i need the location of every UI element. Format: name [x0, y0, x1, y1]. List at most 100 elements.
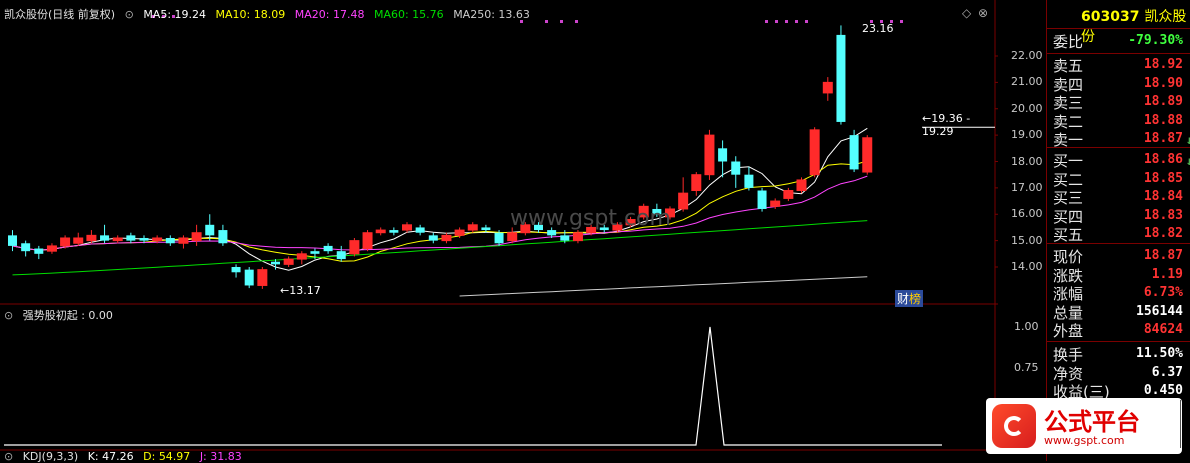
ask-row-value: 18.87 ↓ — [1144, 131, 1190, 147]
kdj-k: K: 47.26 — [87, 450, 134, 463]
quote-sep-2 — [1047, 53, 1190, 54]
weibi-row: 委比 -79.30% — [1051, 31, 1187, 53]
candle[interactable] — [796, 177, 807, 194]
candle-body — [244, 269, 254, 286]
candle-body — [704, 134, 715, 176]
candle-body — [165, 237, 175, 244]
quote-sep-1 — [1047, 28, 1190, 29]
ma5-label: MA5: 19.24 — [143, 8, 207, 21]
range-value: 19.36 - 19.29 — [922, 112, 971, 138]
ma250-label: MA250: 13.63 — [453, 8, 530, 21]
candle[interactable] — [862, 135, 873, 175]
candle-body — [283, 258, 294, 265]
diamond-icon[interactable]: ◇ — [962, 6, 971, 20]
kline-chart[interactable]: 凯众股份(日线 前复权) ⊙ MA5: 19.24 MA10: 18.09 MA… — [0, 0, 1043, 307]
stat-row: 外盘 84624 — [1051, 320, 1187, 342]
indicator-line — [4, 326, 942, 446]
high-annotation: 23.16 — [862, 22, 894, 35]
quote-sep-5 — [1047, 341, 1190, 342]
candle-body — [572, 232, 583, 242]
price-tick: 16.00 — [1011, 207, 1043, 221]
kdj-settings-icon[interactable]: ⊙ — [4, 450, 13, 463]
candle-body — [836, 34, 846, 122]
ma10-label: MA10: 18.09 — [215, 8, 286, 21]
indicator-name[interactable]: 强势股初起 — [23, 309, 78, 322]
signal-marker — [560, 20, 563, 23]
stat-row-value: 1.19 — [1151, 266, 1183, 282]
caibao-char-2: 榜 — [909, 292, 922, 306]
candle-body — [849, 135, 859, 170]
candle[interactable] — [349, 237, 360, 257]
chart-header: 凯众股份(日线 前复权) ⊙ MA5: 19.24 MA10: 18.09 MA… — [4, 6, 536, 22]
ask-row-value: 18.90 — [1143, 75, 1183, 91]
price-tick: 17.00 — [1011, 180, 1043, 194]
price-tick: 21.00 — [1011, 75, 1043, 89]
candle-body — [731, 161, 741, 175]
indicator-svg[interactable] — [0, 305, 998, 451]
candle-body — [86, 234, 97, 242]
price-tick: 15.00 — [1011, 233, 1043, 247]
candle-body — [257, 269, 268, 286]
settings-icon[interactable]: ⊙ — [125, 8, 134, 21]
candle-body — [507, 232, 518, 242]
candle[interactable] — [809, 127, 820, 178]
ma60-label: MA60: 15.76 — [373, 8, 444, 21]
stat-row-value: 6.73% — [1143, 285, 1183, 300]
candle-body — [191, 232, 202, 242]
candle-body — [231, 267, 241, 273]
stat-row-label: 外盘 — [1053, 322, 1084, 340]
low-value: 13.17 — [289, 284, 321, 297]
candle-body — [218, 230, 228, 244]
candle[interactable] — [362, 230, 373, 252]
indicator-value: : 0.00 — [81, 309, 113, 322]
candle-body — [21, 243, 31, 252]
signal-marker — [795, 20, 798, 23]
candle-body — [112, 237, 123, 242]
candle[interactable] — [704, 129, 715, 180]
signal-marker — [575, 20, 578, 23]
candle-body — [822, 81, 833, 94]
weibi-label: 委比 — [1053, 33, 1084, 51]
logo-url: www.gspt.com — [1044, 434, 1125, 447]
stat-row-value: 18.87 — [1143, 248, 1183, 263]
candle-body — [809, 129, 820, 176]
ask-row-value: 18.89 — [1143, 94, 1183, 109]
candle[interactable] — [836, 25, 846, 125]
candle-body — [205, 224, 215, 236]
candle[interactable] — [757, 187, 767, 212]
candle-body — [362, 232, 373, 250]
candle-body — [46, 245, 57, 252]
chart-title[interactable]: 凯众股份(日线 前复权) — [4, 8, 115, 21]
kline-svg[interactable] — [0, 0, 998, 305]
caibao-char-1: 财 — [897, 292, 910, 306]
stock-code: 603037 — [1081, 9, 1140, 25]
signal-marker — [775, 20, 778, 23]
logo-badge-icon — [992, 404, 1036, 448]
scroll-indicator[interactable] — [1180, 400, 1187, 448]
candle-body — [8, 235, 17, 246]
candle-body — [757, 190, 767, 209]
candle-body — [718, 148, 728, 162]
candle-body — [481, 227, 491, 231]
candle[interactable] — [849, 129, 859, 173]
candle-body — [494, 232, 504, 244]
ma20-label: MA20: 17.48 — [294, 8, 365, 21]
stat-row-value: 11.50% — [1136, 346, 1183, 361]
candle-body — [271, 261, 280, 265]
bid-row-value: 18.82 — [1143, 226, 1183, 241]
indicator-settings-icon[interactable]: ⊙ — [4, 309, 13, 322]
candle[interactable] — [257, 267, 268, 289]
candle-body — [73, 237, 84, 244]
bid-row-value: 18.85 — [1143, 170, 1183, 186]
candle-body — [441, 234, 452, 242]
kline-bg — [0, 0, 998, 305]
bid-row-label: 买五 — [1053, 226, 1084, 244]
down-arrow-icon: ↓ — [1185, 154, 1190, 168]
quote-sep-4 — [1047, 243, 1190, 244]
indicator-panel[interactable]: ⊙ 强势股初起 : 0.00 1.000.750.50 — [0, 305, 1039, 451]
candle-body — [402, 224, 412, 231]
kdj-name[interactable]: KDJ(9,3,3) — [23, 450, 79, 463]
candle[interactable] — [244, 267, 254, 289]
close-icon[interactable]: ⊗ — [978, 6, 988, 20]
candle-body — [100, 235, 110, 241]
